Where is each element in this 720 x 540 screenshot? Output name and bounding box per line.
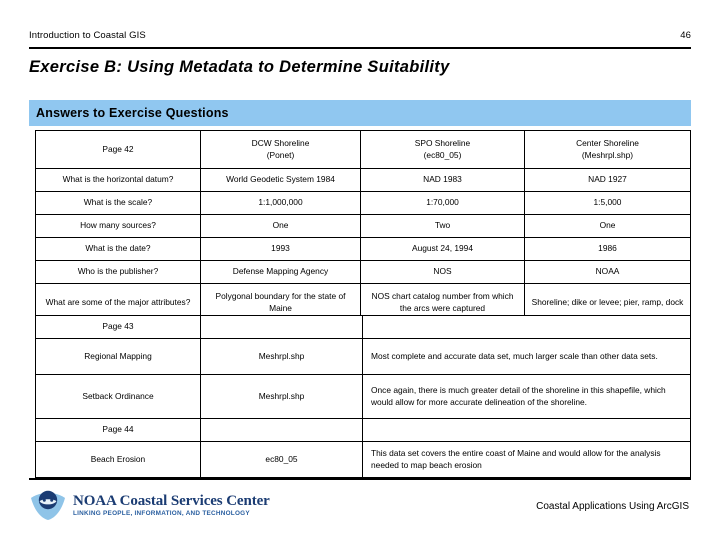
slide-footer: NOAA Coastal Services Center LINKING PEO… xyxy=(29,484,691,528)
section-blank-cell xyxy=(200,315,363,339)
row-value-center: 1:5,000 xyxy=(524,191,691,215)
row-rationale: Once again, there is much greater detail… xyxy=(362,374,691,419)
row-question: What is the scale? xyxy=(35,191,201,215)
row-value-spo: August 24, 1994 xyxy=(360,237,525,261)
row-dataset: Meshrpl.shp xyxy=(200,338,363,375)
section-banner: Answers to Exercise Questions xyxy=(29,100,691,126)
noaa-logo-title: NOAA Coastal Services Center xyxy=(73,493,270,510)
footer-divider xyxy=(29,478,691,480)
row-value-spo: Two xyxy=(360,214,525,238)
row-rationale: This data set covers the entire coast of… xyxy=(362,441,691,478)
slide-title: Exercise B: Using Metadata to Determine … xyxy=(29,58,450,76)
row-value-dcw: World Geodetic System 1984 xyxy=(200,168,361,192)
noaa-seal-icon xyxy=(29,489,67,523)
table-row: What is the horizontal datum? World Geod… xyxy=(35,168,691,192)
header-cell-page: Page 42 xyxy=(35,130,201,169)
header-divider xyxy=(29,47,691,49)
section-blank-cell xyxy=(200,418,363,442)
row-value-spo: NAD 1983 xyxy=(360,168,525,192)
noaa-logo: NOAA Coastal Services Center LINKING PEO… xyxy=(29,489,270,523)
header-spo-line1: SPO Shoreline xyxy=(414,138,471,149)
table-row: How many sources? One Two One xyxy=(35,214,691,238)
slide-header: Introduction to Coastal GIS 46 xyxy=(29,30,691,41)
header-spo-line2: (ec80_05) xyxy=(423,149,462,160)
row-task: Regional Mapping xyxy=(35,338,201,375)
slide-canvas: Introduction to Coastal GIS 46 Exercise … xyxy=(0,0,720,540)
course-title: Introduction to Coastal GIS xyxy=(29,30,146,41)
table-row: Who is the publisher? Defense Mapping Ag… xyxy=(35,260,691,284)
header-center-line2: (Meshrpl.shp) xyxy=(581,149,634,160)
answers-table: Page 42 DCW Shoreline (Ponet) SPO Shorel… xyxy=(35,130,691,322)
row-value-dcw: Defense Mapping Agency xyxy=(200,260,361,284)
section-label-page44: Page 44 xyxy=(35,418,201,442)
noaa-logo-text: NOAA Coastal Services Center LINKING PEO… xyxy=(73,494,270,517)
section-row-page44: Page 44 xyxy=(35,418,691,442)
page-number: 46 xyxy=(680,30,691,41)
section-blank-cell xyxy=(362,315,691,339)
header-dcw-line2: (Ponet) xyxy=(266,149,295,160)
table-row: Beach Erosion ec80_05 This data set cove… xyxy=(35,441,691,478)
row-value-spo: 1:70,000 xyxy=(360,191,525,215)
section-blank-cell xyxy=(362,418,691,442)
footer-course-label: Coastal Applications Using ArcGIS xyxy=(536,500,689,512)
row-question: How many sources? xyxy=(35,214,201,238)
section-banner-label: Answers to Exercise Questions xyxy=(36,106,229,120)
header-cell-dcw: DCW Shoreline (Ponet) xyxy=(200,130,361,169)
row-value-spo: NOS xyxy=(360,260,525,284)
section-row-page43: Page 43 xyxy=(35,315,691,339)
row-value-center: NOAA xyxy=(524,260,691,284)
header-center-line1: Center Shoreline xyxy=(576,138,639,149)
row-question: Who is the publisher? xyxy=(35,260,201,284)
table-row: Setback Ordinance Meshrpl.shp Once again… xyxy=(35,374,691,419)
header-cell-center: Center Shoreline (Meshrpl.shp) xyxy=(524,130,691,169)
row-task: Beach Erosion xyxy=(35,441,201,478)
row-rationale: Most complete and accurate data set, muc… xyxy=(362,338,691,375)
row-question: What is the horizontal datum? xyxy=(35,168,201,192)
recommendations-table: Page 43 Regional Mapping Meshrpl.shp Mos… xyxy=(35,315,691,478)
table-row: What is the scale? 1:1,000,000 1:70,000 … xyxy=(35,191,691,215)
table-header-row: Page 42 DCW Shoreline (Ponet) SPO Shorel… xyxy=(35,130,691,169)
table-row: Regional Mapping Meshrpl.shp Most comple… xyxy=(35,338,691,375)
row-value-center: NAD 1927 xyxy=(524,168,691,192)
section-label-page43: Page 43 xyxy=(35,315,201,339)
row-task: Setback Ordinance xyxy=(35,374,201,419)
row-value-dcw: 1993 xyxy=(200,237,361,261)
row-value-dcw: One xyxy=(200,214,361,238)
noaa-logo-tagline: LINKING PEOPLE, INFORMATION, AND TECHNOL… xyxy=(73,510,250,518)
table-row: What is the date? 1993 August 24, 1994 1… xyxy=(35,237,691,261)
row-value-center: One xyxy=(524,214,691,238)
row-question: What is the date? xyxy=(35,237,201,261)
row-dataset: Meshrpl.shp xyxy=(200,374,363,419)
row-value-dcw: 1:1,000,000 xyxy=(200,191,361,215)
header-cell-spo: SPO Shoreline (ec80_05) xyxy=(360,130,525,169)
header-dcw-line1: DCW Shoreline xyxy=(251,138,310,149)
row-dataset: ec80_05 xyxy=(200,441,363,478)
row-value-center: 1986 xyxy=(524,237,691,261)
